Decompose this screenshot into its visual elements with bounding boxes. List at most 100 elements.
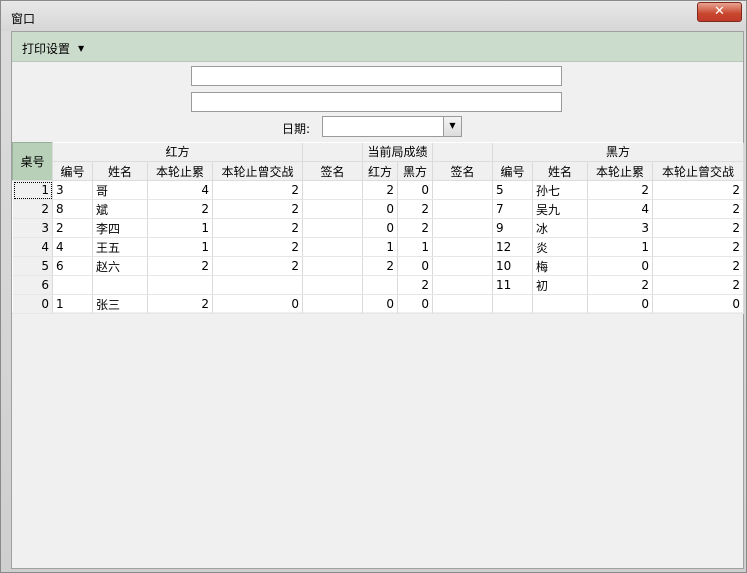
cell-bsign[interactable] xyxy=(432,180,494,200)
cell-rno[interactable]: 2 xyxy=(52,218,93,238)
table-row[interactable]: 2 8 斌 2 2 0 2 7 吴九 4 2 xyxy=(12,199,745,219)
cell-sblack[interactable]: 2 xyxy=(397,199,434,219)
cell-rplayed[interactable]: 2 xyxy=(212,256,304,276)
cell-rcum[interactable]: 2 xyxy=(147,294,213,314)
col-red-no[interactable]: 编号 xyxy=(52,161,93,181)
cell-bno[interactable]: 10 xyxy=(492,256,534,276)
cell-bplayed[interactable]: 2 xyxy=(652,218,745,238)
title-bar[interactable]: 窗口 ✕ xyxy=(1,1,746,31)
cell-rname[interactable]: 李四 xyxy=(92,218,148,238)
cell-rplayed[interactable]: 2 xyxy=(212,237,304,257)
cell-table[interactable]: 3 xyxy=(12,218,53,238)
cell-rno[interactable]: 1 xyxy=(52,294,93,314)
date-picker[interactable]: ▼ xyxy=(322,116,462,137)
cell-sblack[interactable]: 0 xyxy=(397,180,434,200)
cell-bplayed[interactable]: 2 xyxy=(652,237,745,257)
cell-bplayed[interactable]: 2 xyxy=(652,275,745,295)
cell-sred[interactable]: 0 xyxy=(362,199,399,219)
col-score-red[interactable]: 红方 xyxy=(362,161,399,181)
cell-bname[interactable]: 炎 xyxy=(532,237,589,257)
cell-bcum[interactable]: 0 xyxy=(587,294,654,314)
cell-bcum[interactable]: 1 xyxy=(587,237,654,257)
cell-bplayed[interactable]: 2 xyxy=(652,180,745,200)
cell-table[interactable]: 6 xyxy=(12,275,53,295)
cell-bname[interactable]: 冰 xyxy=(532,218,589,238)
cell-bcum[interactable]: 4 xyxy=(587,199,654,219)
cell-table[interactable]: 0 xyxy=(12,294,53,314)
col-black-played[interactable]: 本轮止曾交战 xyxy=(652,161,745,181)
cell-rplayed[interactable]: 2 xyxy=(212,199,304,219)
print-settings-menu[interactable]: 打印设置 ▼ xyxy=(18,39,88,57)
cell-rcum[interactable]: 1 xyxy=(147,218,213,238)
col-black-sign[interactable]: 签名 xyxy=(432,161,494,181)
col-score-black[interactable]: 黑方 xyxy=(397,161,434,181)
cell-rname[interactable]: 斌 xyxy=(92,199,148,219)
cell-bname[interactable]: 孙七 xyxy=(532,180,589,200)
cell-rsign[interactable] xyxy=(302,294,364,314)
col-red-played[interactable]: 本轮止曾交战 xyxy=(212,161,304,181)
cell-rno[interactable]: 8 xyxy=(52,199,93,219)
col-black-cum[interactable]: 本轮止累 xyxy=(587,161,654,181)
cell-sred[interactable]: 2 xyxy=(362,256,399,276)
table-row[interactable]: 4 4 王五 1 2 1 1 12 炎 1 2 xyxy=(12,237,745,257)
text-field-1[interactable] xyxy=(191,66,562,86)
cell-rsign[interactable] xyxy=(302,237,364,257)
cell-rname[interactable]: 哥 xyxy=(92,180,148,200)
cell-rcum[interactable]: 2 xyxy=(147,199,213,219)
col-black-no[interactable]: 编号 xyxy=(492,161,534,181)
cell-rplayed[interactable]: 2 xyxy=(212,180,304,200)
cell-rname[interactable]: 张三 xyxy=(92,294,148,314)
cell-rno[interactable]: 3 xyxy=(52,180,93,200)
cell-bcum[interactable]: 3 xyxy=(587,218,654,238)
cell-rcum[interactable]: 2 xyxy=(147,256,213,276)
cell-sred[interactable]: 0 xyxy=(362,294,399,314)
table-row[interactable]: 6 2 11 初 2 2 xyxy=(12,275,745,295)
cell-rno[interactable] xyxy=(52,275,93,295)
col-red-name[interactable]: 姓名 xyxy=(92,161,148,181)
cell-bname[interactable] xyxy=(532,294,589,314)
cell-bplayed[interactable]: 2 xyxy=(652,256,745,276)
cell-sblack[interactable]: 2 xyxy=(397,275,434,295)
cell-bno[interactable] xyxy=(492,294,534,314)
cell-rno[interactable]: 4 xyxy=(52,237,93,257)
cell-table[interactable]: 4 xyxy=(12,237,53,257)
cell-sblack[interactable]: 2 xyxy=(397,218,434,238)
cell-rname[interactable]: 王五 xyxy=(92,237,148,257)
cell-sblack[interactable]: 0 xyxy=(397,294,434,314)
cell-table[interactable]: 2 xyxy=(12,199,53,219)
cell-bname[interactable]: 梅 xyxy=(532,256,589,276)
cell-sred[interactable]: 1 xyxy=(362,237,399,257)
cell-bsign[interactable] xyxy=(432,294,494,314)
cell-bno[interactable]: 7 xyxy=(492,199,534,219)
cell-sblack[interactable]: 0 xyxy=(397,256,434,276)
cell-rname[interactable] xyxy=(92,275,148,295)
cell-bcum[interactable]: 2 xyxy=(587,180,654,200)
table-row[interactable]: 5 6 赵六 2 2 2 0 10 梅 0 2 xyxy=(12,256,745,276)
cell-bsign[interactable] xyxy=(432,237,494,257)
col-red-cum[interactable]: 本轮止累 xyxy=(147,161,213,181)
cell-rsign[interactable] xyxy=(302,218,364,238)
cell-rplayed[interactable]: 0 xyxy=(212,294,304,314)
table-row[interactable]: 3 2 李四 1 2 0 2 9 冰 3 2 xyxy=(12,218,745,238)
cell-bplayed[interactable]: 2 xyxy=(652,199,745,219)
cell-table[interactable]: 1 xyxy=(12,180,53,200)
text-field-2[interactable] xyxy=(191,92,562,112)
cell-rsign[interactable] xyxy=(302,275,364,295)
cell-table[interactable]: 5 xyxy=(12,256,53,276)
cell-bsign[interactable] xyxy=(432,275,494,295)
col-black-name[interactable]: 姓名 xyxy=(532,161,589,181)
cell-rcum[interactable]: 1 xyxy=(147,237,213,257)
table-row[interactable]: 1 3 哥 4 2 2 0 5 孙七 2 2 xyxy=(12,180,745,200)
cell-bno[interactable]: 9 xyxy=(492,218,534,238)
col-red-sign[interactable]: 签名 xyxy=(302,161,364,181)
cell-bname[interactable]: 初 xyxy=(532,275,589,295)
cell-sred[interactable]: 0 xyxy=(362,218,399,238)
cell-bname[interactable]: 吴九 xyxy=(532,199,589,219)
cell-bno[interactable]: 11 xyxy=(492,275,534,295)
cell-rsign[interactable] xyxy=(302,199,364,219)
cell-rname[interactable]: 赵六 xyxy=(92,256,148,276)
cell-rsign[interactable] xyxy=(302,256,364,276)
cell-rno[interactable]: 6 xyxy=(52,256,93,276)
cell-sred[interactable] xyxy=(362,275,399,295)
cell-rsign[interactable] xyxy=(302,180,364,200)
